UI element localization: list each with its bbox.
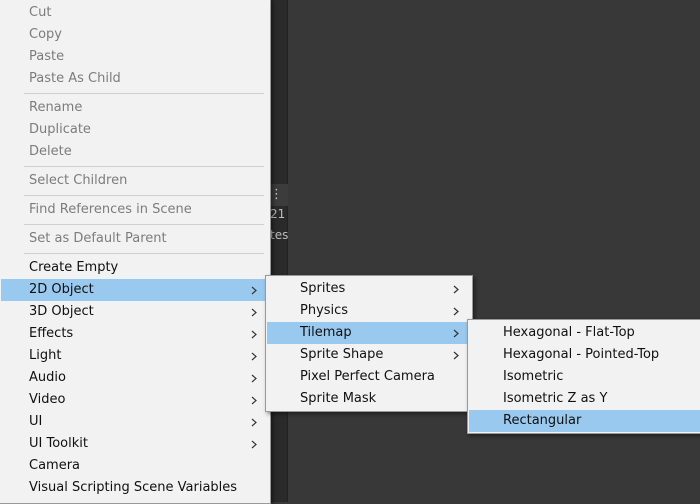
menu-item-light[interactable]: Light: [1, 345, 269, 367]
menu-item-label: Copy: [29, 27, 62, 42]
chevron-right-icon: [251, 411, 259, 433]
chevron-right-icon: [251, 389, 259, 411]
menu-item-label: Rectangular: [503, 413, 582, 428]
menu-item-label: Create Empty: [29, 260, 119, 275]
menu-item-label: Effects: [29, 326, 74, 341]
menu-item-label: Light: [29, 348, 62, 363]
menu-separator: [24, 166, 264, 167]
menu-item-label: Paste: [29, 49, 65, 64]
menu-item-label: Hexagonal - Flat-Top: [503, 325, 635, 340]
menu-separator: [24, 195, 264, 196]
menu-item-3d-object[interactable]: 3D Object: [1, 301, 269, 323]
menu-item-visual-scripting-scene-variables[interactable]: Visual Scripting Scene Variables: [1, 477, 269, 499]
menu-item-cut[interactable]: Cut: [1, 2, 269, 24]
menu-item-pixel-perfect-camera[interactable]: Pixel Perfect Camera: [267, 366, 471, 388]
menu-item-label: Camera: [29, 458, 81, 473]
menu-item-duplicate[interactable]: Duplicate: [1, 119, 269, 141]
menu-item-sprite-mask[interactable]: Sprite Mask: [267, 388, 471, 410]
chevron-right-icon: [251, 323, 259, 345]
menu-item-sprites[interactable]: Sprites: [267, 278, 471, 300]
menu-item-label: Video: [29, 392, 66, 407]
chevron-right-icon: [453, 278, 461, 300]
chevron-right-icon: [251, 367, 259, 389]
submenu-2d-object: Sprites Physics Tilemap Sprite Shape Pix…: [265, 275, 473, 412]
menu-item-label: Audio: [29, 370, 66, 385]
menu-item-label: Sprite Mask: [300, 391, 377, 406]
menu-item-label: Find References in Scene: [29, 202, 192, 217]
menu-item-paste[interactable]: Paste: [1, 46, 269, 68]
menu-item-label: Select Children: [29, 173, 128, 188]
menu-item-label: Physics: [300, 303, 349, 318]
chevron-right-icon: [251, 301, 259, 323]
menu-item-label: Visual Scripting Scene Variables: [29, 480, 238, 495]
menu-item-2d-object[interactable]: 2D Object: [1, 279, 269, 301]
chevron-right-icon: [251, 433, 259, 455]
menu-item-label: Rename: [29, 100, 83, 115]
kebab-menu-icon[interactable]: ⋮: [270, 186, 283, 204]
menu-item-ui-toolkit[interactable]: UI Toolkit: [1, 433, 269, 455]
menu-item-tilemap[interactable]: Tilemap: [267, 322, 471, 344]
menu-item-isometric-z-as-y[interactable]: Isometric Z as Y: [469, 388, 700, 410]
menu-item-label: Tilemap: [300, 325, 352, 340]
row-text: tes: [270, 228, 288, 242]
menu-item-label: Isometric Z as Y: [503, 391, 608, 406]
panel-divider: [287, 0, 288, 502]
menu-item-select-children[interactable]: Select Children: [1, 170, 269, 192]
menu-item-label: 3D Object: [29, 304, 94, 319]
menu-item-label: Isometric: [503, 369, 564, 384]
menu-item-label: UI Toolkit: [29, 436, 88, 451]
menu-item-label: Sprites: [300, 281, 346, 296]
chevron-right-icon: [251, 279, 259, 301]
menu-item-label: Paste As Child: [29, 71, 121, 86]
menu-item-create-empty[interactable]: Create Empty: [1, 257, 269, 279]
menu-item-label: Duplicate: [29, 122, 91, 137]
menu-item-audio[interactable]: Audio: [1, 367, 269, 389]
row-number: 21: [270, 207, 286, 221]
menu-item-isometric[interactable]: Isometric: [469, 366, 700, 388]
menu-item-set-default-parent[interactable]: Set as Default Parent: [1, 228, 269, 250]
menu-item-label: Pixel Perfect Camera: [300, 369, 435, 384]
menu-item-hexagonal-flat-top[interactable]: Hexagonal - Flat-Top: [469, 322, 700, 344]
menu-item-rename[interactable]: Rename: [1, 97, 269, 119]
chevron-right-icon: [453, 300, 461, 322]
menu-item-effects[interactable]: Effects: [1, 323, 269, 345]
menu-item-copy[interactable]: Copy: [1, 24, 269, 46]
menu-item-hexagonal-pointed-top[interactable]: Hexagonal - Pointed-Top: [469, 344, 700, 366]
menu-separator: [24, 224, 264, 225]
menu-item-delete[interactable]: Delete: [1, 141, 269, 163]
chevron-right-icon: [251, 345, 259, 367]
submenu-tilemap: Hexagonal - Flat-Top Hexagonal - Pointed…: [467, 319, 700, 434]
menu-separator: [24, 93, 264, 94]
chevron-right-icon: [453, 322, 461, 344]
menu-item-ui[interactable]: UI: [1, 411, 269, 433]
menu-item-label: Set as Default Parent: [29, 231, 167, 246]
chevron-right-icon: [453, 344, 461, 366]
menu-item-video[interactable]: Video: [1, 389, 269, 411]
menu-item-paste-as-child[interactable]: Paste As Child: [1, 68, 269, 90]
menu-item-physics[interactable]: Physics: [267, 300, 471, 322]
menu-item-label: 2D Object: [29, 282, 94, 297]
menu-item-label: Hexagonal - Pointed-Top: [503, 347, 660, 362]
menu-item-label: UI: [29, 414, 43, 429]
menu-item-sprite-shape[interactable]: Sprite Shape: [267, 344, 471, 366]
menu-item-camera[interactable]: Camera: [1, 455, 269, 477]
context-menu: Cut Copy Paste Paste As Child Rename Dup…: [0, 0, 271, 504]
hierarchy-panel-strip: [270, 0, 288, 502]
menu-item-rectangular[interactable]: Rectangular: [469, 410, 700, 432]
menu-separator: [24, 253, 264, 254]
menu-item-label: Sprite Shape: [300, 347, 384, 362]
menu-item-label: Cut: [29, 5, 52, 20]
menu-item-find-references[interactable]: Find References in Scene: [1, 199, 269, 221]
menu-item-label: Delete: [29, 144, 72, 159]
